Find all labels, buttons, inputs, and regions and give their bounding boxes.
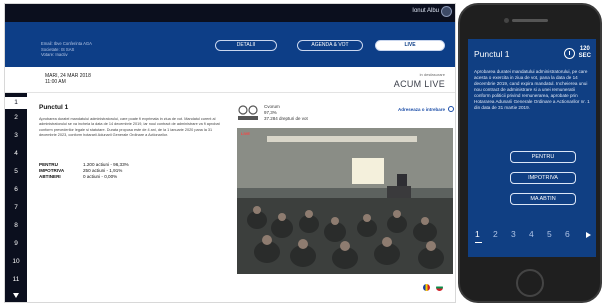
language-selector xyxy=(423,278,453,291)
voting-rights: 37.284 drepturi de vot xyxy=(264,116,308,121)
header-banner: Email: Ibve Conferinta AGA Societate: IS… xyxy=(5,22,455,67)
nav-point-10[interactable]: 10 xyxy=(5,258,27,265)
mobile-pager: 1 2 3 4 5 6 xyxy=(468,223,596,245)
avatar[interactable] xyxy=(441,6,452,17)
vote-label: PENTRU xyxy=(39,162,58,167)
home-button[interactable] xyxy=(516,269,544,297)
vote-abstain-button[interactable]: MA ABTIN xyxy=(510,193,576,205)
scroll-down-icon[interactable] xyxy=(13,293,19,298)
nav-point-8[interactable]: 8 xyxy=(5,222,27,229)
ro-flag-icon[interactable] xyxy=(423,284,430,291)
next-page-icon[interactable] xyxy=(586,232,591,238)
vote-against-button[interactable]: IMPOTRIVA xyxy=(510,172,576,184)
nav-point-5[interactable]: 5 xyxy=(5,168,27,175)
meeting-meta-bar: MARI, 24 MAR 2018 11:00 AM in desfasurar… xyxy=(5,67,455,93)
vote-label: IMPOTRIVA xyxy=(39,168,65,173)
active-page-indicator xyxy=(475,242,482,243)
mobile-device: Punctul 1 120 SEC Aprobarea duratei mand… xyxy=(458,3,602,303)
meeting-logo-icon xyxy=(238,105,258,120)
agenda-point-detail: Punctul 1 Aprobarea duratei mandatului a… xyxy=(39,104,224,139)
vote-value: 250 actiuni - 1,91% xyxy=(83,168,123,173)
live-indicator: LIVE xyxy=(241,131,250,136)
page-4[interactable]: 4 xyxy=(529,229,534,239)
tab-live[interactable]: LIVE xyxy=(375,40,445,51)
tab-details[interactable]: DETALII xyxy=(215,40,277,51)
vote-timer: 120 SEC xyxy=(579,46,591,60)
vote-value: 0 actiuni - 0,00% xyxy=(83,174,118,179)
conference-room-image xyxy=(237,128,453,274)
page-6[interactable]: 6 xyxy=(565,229,570,239)
meeting-info: Email: Ibve Conferinta AGA Societate: IS… xyxy=(41,41,92,58)
nav-point-2[interactable]: 2 xyxy=(5,114,27,121)
bg-flag-icon[interactable] xyxy=(436,284,444,291)
point-description: Aprobarea duratei mandatului administrat… xyxy=(39,117,220,138)
vote-value: 1.200 actiuni - 96,33% xyxy=(83,162,129,167)
page-1[interactable]: 1 xyxy=(475,229,480,239)
nav-point-4[interactable]: 4 xyxy=(5,150,27,157)
desktop-app-window: Ionut Albu Email: Ibve Conferinta AGA So… xyxy=(4,3,456,303)
nav-point-9[interactable]: 9 xyxy=(5,240,27,247)
hu-flag-icon[interactable] xyxy=(423,302,430,303)
status-label: in desfasurare xyxy=(419,72,445,77)
camera-icon xyxy=(504,18,509,23)
vote-label: ABTINERI xyxy=(39,174,61,179)
vote-for-button[interactable]: PENTRU xyxy=(510,151,576,163)
nav-point-6[interactable]: 6 xyxy=(5,186,27,193)
page-5[interactable]: 5 xyxy=(547,229,552,239)
meeting-info-line: Votare: Inactiv xyxy=(41,52,68,57)
speaker-icon xyxy=(512,19,548,22)
quorum-stats: Cvorum 97,3% 37.284 drepturi de vot xyxy=(264,104,308,122)
timer-value: 120 xyxy=(579,46,590,52)
mobile-point-description: Aprobarea duratei mandatului administrat… xyxy=(474,69,590,110)
mobile-screen: Punctul 1 120 SEC Aprobarea duratei mand… xyxy=(468,39,596,257)
ask-question-link[interactable]: Adreseaza o intrebare xyxy=(398,107,445,112)
stream-header: Cvorum 97,3% 37.284 drepturi de vot Adre… xyxy=(237,104,454,126)
page-2[interactable]: 2 xyxy=(493,229,498,239)
question-icon[interactable] xyxy=(448,106,454,112)
mobile-point-title: Punctul 1 xyxy=(474,49,510,59)
nav-point-11[interactable]: 11 xyxy=(5,276,27,283)
meeting-info-line: Email: Ibve Conferinta AGA xyxy=(41,41,92,46)
nav-point-1[interactable]: 1 xyxy=(5,97,27,109)
nav-point-7[interactable]: 7 xyxy=(5,204,27,211)
timer-icon xyxy=(564,48,575,59)
meeting-datetime: MARI, 24 MAR 2018 11:00 AM xyxy=(45,73,91,85)
nav-point-3[interactable]: 3 xyxy=(5,132,27,139)
tab-agenda-vote[interactable]: AGENDA & VOT xyxy=(297,40,363,51)
live-status: ACUM LIVE xyxy=(393,79,445,89)
agenda-point-nav: 1 2 3 4 5 6 7 8 9 10 11 xyxy=(5,93,27,302)
live-video-player[interactable]: LIVE xyxy=(237,128,453,274)
meeting-time: 11:00 AM xyxy=(45,79,66,85)
user-name[interactable]: Ionut Albu xyxy=(412,8,439,14)
point-title: Punctul 1 xyxy=(39,104,69,111)
timer-unit: SEC xyxy=(578,53,591,59)
page-3[interactable]: 3 xyxy=(511,229,516,239)
vote-results: PENTRU 1.200 actiuni - 96,33% IMPOTRIVA … xyxy=(39,162,229,180)
vote-row: ABTINERI 0 actiuni - 0,00% xyxy=(39,174,229,180)
top-bar: Ionut Albu xyxy=(5,4,455,22)
